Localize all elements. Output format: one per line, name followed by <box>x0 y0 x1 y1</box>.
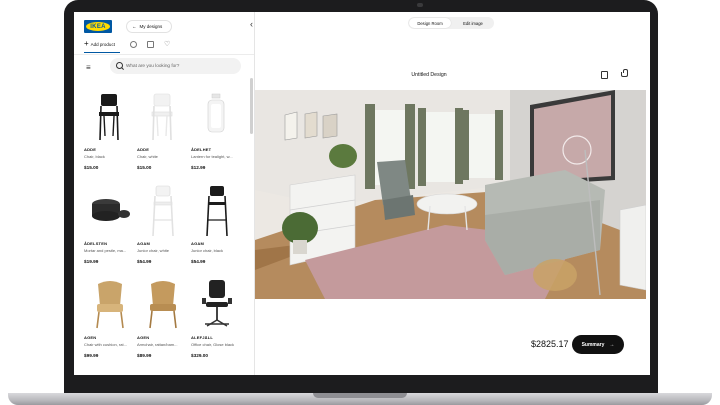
product-card[interactable]: AGAM Junior chair, black $54.99 <box>191 182 243 264</box>
total-price: $2825.17 <box>531 339 569 349</box>
product-name: ÅDELHET <box>191 147 212 152</box>
logo-text: IKEA <box>86 22 110 31</box>
search-placeholder: What are you looking for? <box>126 63 180 68</box>
product-desc: Armchair, rattan/bam... <box>137 342 178 347</box>
view-mode-toggle: Design Room Edit image <box>408 17 494 29</box>
product-name: AGEN <box>84 335 97 340</box>
product-price: $99.99 <box>84 353 99 358</box>
favorites-heart-icon[interactable]: ♡ <box>164 41 171 48</box>
my-designs-label: My designs <box>139 24 163 29</box>
panel-tabs: + Add product ♡ <box>74 38 254 54</box>
search-input[interactable]: What are you looking for? <box>110 58 241 74</box>
product-image <box>137 88 189 144</box>
product-image <box>84 88 136 144</box>
search-icon <box>116 62 123 69</box>
product-card[interactable]: AGAM Junior chair, white $54.99 <box>137 182 189 264</box>
product-desc: Office chair, Glose black <box>191 342 235 347</box>
product-price: $89.99 <box>137 353 152 358</box>
product-image <box>191 276 243 332</box>
app-screen: IKEA ← My designs ‹ + Add product ♡ ≡ Wh… <box>74 12 650 375</box>
product-price: $15.00 <box>137 165 152 170</box>
product-desc: Junior chair, black <box>191 248 224 253</box>
product-name: ALEFJÄLL <box>191 335 214 340</box>
laptop-notch <box>313 393 407 398</box>
save-icon[interactable] <box>601 71 608 79</box>
summary-label: Summary <box>581 341 605 348</box>
product-card[interactable]: ALEFJÄLL Office chair, Glose black $329.… <box>191 276 243 358</box>
tab-add-product-label: Add product <box>90 41 115 47</box>
tab-design-room[interactable]: Design Room <box>409 18 451 28</box>
info-icon[interactable] <box>130 41 137 48</box>
product-desc: Mortar and pestle, ma... <box>84 248 127 253</box>
product-image <box>84 182 136 238</box>
design-title[interactable]: Untitled Design <box>354 72 504 78</box>
product-price: $329.00 <box>191 353 208 358</box>
product-desc: Lantern for tealight, w... <box>191 154 233 159</box>
product-image <box>137 276 189 332</box>
product-card[interactable]: ADDE Chair, black $15.00 <box>84 88 136 170</box>
product-name: ADDE <box>84 147 97 152</box>
plus-icon: + <box>84 39 89 48</box>
divider <box>74 54 254 55</box>
product-desc: Junior chair, white <box>137 248 170 253</box>
product-card[interactable]: AGEN Armchair, rattan/bam... $89.99 <box>137 276 189 358</box>
product-price: $54.99 <box>191 259 206 264</box>
product-price: $54.99 <box>137 259 152 264</box>
product-name: AGAM <box>137 241 151 246</box>
product-card[interactable]: ÅDELSTEN Mortar and pestle, ma... $19.99 <box>84 182 136 264</box>
product-name: AGEN <box>137 335 150 340</box>
product-card[interactable]: AGEN Chair with cushion, rat... $99.99 <box>84 276 136 358</box>
product-desc: Chair with cushion, rat... <box>84 342 127 347</box>
tab-edit-image[interactable]: Edit image <box>452 18 494 28</box>
scrollbar[interactable] <box>250 78 253 134</box>
tab-add-product[interactable]: + Add product <box>84 40 115 48</box>
product-price: $15.00 <box>84 165 99 170</box>
summary-button[interactable]: Summary → <box>572 335 624 354</box>
product-desc: Chair, white <box>137 154 158 159</box>
product-card[interactable]: ÅDELHET Lantern for tealight, w... $12.9… <box>191 88 243 170</box>
product-name: ADDE <box>137 147 150 152</box>
product-name: ÅDELSTEN <box>84 241 108 246</box>
cart-icon[interactable] <box>621 69 628 77</box>
product-card[interactable]: ADDE Chair, white $15.00 <box>137 88 189 170</box>
my-designs-button[interactable]: ← My designs <box>126 20 172 33</box>
product-panel: IKEA ← My designs ‹ + Add product ♡ ≡ Wh… <box>74 12 255 375</box>
product-image <box>191 182 243 238</box>
room-list-icon[interactable] <box>147 41 154 48</box>
arrow-right-icon: → <box>609 341 615 348</box>
collapse-panel-icon[interactable]: ‹ <box>250 19 253 29</box>
product-image <box>191 88 243 144</box>
product-price: $12.99 <box>191 165 206 170</box>
product-price: $19.99 <box>84 259 99 264</box>
product-name: AGAM <box>191 241 205 246</box>
ikea-logo[interactable]: IKEA <box>84 20 112 33</box>
room-visualization[interactable] <box>255 90 646 299</box>
camera <box>417 3 423 7</box>
product-image <box>137 182 189 238</box>
menu-icon[interactable]: ≡ <box>86 63 91 72</box>
active-tab-indicator <box>84 52 120 53</box>
product-image <box>84 276 136 332</box>
back-arrow-icon: ← <box>132 24 137 29</box>
product-desc: Chair, black <box>84 154 105 159</box>
